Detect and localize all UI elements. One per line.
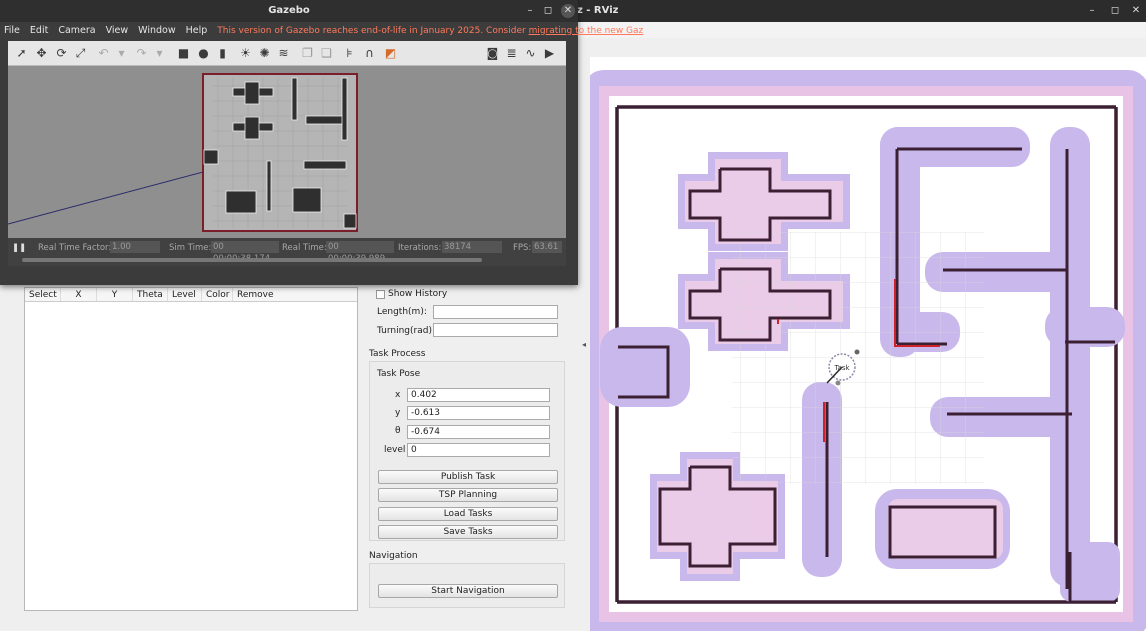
iterations-value: 38174 xyxy=(442,241,502,253)
snap-icon[interactable]: ◩ xyxy=(383,46,398,61)
real-time-value: 00 00:00:39.989 xyxy=(326,241,394,264)
show-history-label: Show History xyxy=(388,289,448,299)
video-icon[interactable]: ▶ xyxy=(542,46,557,61)
pose-theta-input[interactable]: -0.674 xyxy=(407,425,550,439)
save-tasks-button[interactable]: Save Tasks xyxy=(378,525,558,539)
pose-level-label: level xyxy=(384,445,406,455)
column-header-color[interactable]: Color xyxy=(202,288,233,301)
column-header-remove[interactable]: Remove xyxy=(233,288,279,301)
gazebo-close-icon[interactable]: ✕ xyxy=(561,4,575,18)
select-arrow-icon[interactable]: ➚ xyxy=(14,46,29,61)
undo-dropdown-icon[interactable]: ▾ xyxy=(114,46,129,61)
navigation-heading: Navigation xyxy=(369,551,418,561)
sun-icon[interactable]: ☀ xyxy=(238,46,253,61)
gazebo-maximize-icon[interactable]: ◻ xyxy=(541,4,555,18)
turning-input[interactable] xyxy=(433,323,558,337)
eol-notice: This version of Gazebo reaches end-of-li… xyxy=(217,26,643,36)
magnet-icon[interactable]: ∩ xyxy=(362,46,377,61)
length-label: Length(m): xyxy=(377,307,427,317)
occupancy-map[interactable]: Task xyxy=(590,57,1146,631)
iterations-label: Iterations: xyxy=(398,243,442,253)
pause-icon[interactable]: ❚❚ xyxy=(12,243,26,253)
minimize-icon[interactable]: – xyxy=(1085,4,1099,18)
task-process-heading: Task Process xyxy=(369,349,426,359)
gazebo-window: Gazebo – ◻ ✕ File Edit Camera View Windo… xyxy=(0,0,643,285)
rviz-menubar xyxy=(578,22,1146,38)
collapse-left-icon[interactable]: ◂ xyxy=(582,340,586,349)
gazebo-toolbar: ➚ ✥ ⟳ ⤢ ↶ ▾ ↷ ▾ ■ ● ▮ ☀ ✺ ≋ ❐ ❏ ⊧ ∩ ◩ ◙ … xyxy=(8,41,566,66)
tsp-planning-button[interactable]: TSP Planning xyxy=(378,488,558,502)
gazebo-title: Gazebo xyxy=(268,5,310,16)
pose-x-input[interactable]: 0.402 xyxy=(407,388,550,402)
task-marker-label: Task xyxy=(833,364,850,372)
redo-icon[interactable]: ↷ xyxy=(134,46,149,61)
close-icon[interactable]: ✕ xyxy=(1129,4,1143,18)
paste-icon[interactable]: ❏ xyxy=(319,46,334,61)
sim-time-label: Sim Time: xyxy=(169,243,212,253)
gazebo-statusbar: ❚❚ Real Time Factor: 1.00 Sim Time: 00 0… xyxy=(8,238,566,266)
fps-value: 63.61 xyxy=(532,241,562,253)
turning-label: Turning(rad): xyxy=(377,326,435,336)
rotate-icon[interactable]: ⟳ xyxy=(54,46,69,61)
cylinder-icon[interactable]: ▮ xyxy=(215,46,230,61)
table-header: Select X Y Theta Level Color Remove xyxy=(25,288,357,302)
length-input[interactable] xyxy=(433,305,558,319)
box-icon[interactable]: ■ xyxy=(176,46,191,61)
fps-label: FPS: xyxy=(513,243,532,253)
rtf-value: 1.00 xyxy=(110,241,160,253)
task-controls-panel: Show History Length(m): Turning(rad): Ta… xyxy=(369,285,565,631)
menu-help[interactable]: Help xyxy=(186,25,208,36)
sphere-icon[interactable]: ● xyxy=(196,46,211,61)
rtf-label: Real Time Factor: xyxy=(38,243,112,253)
sim-time-value: 00 00:00:38.174 xyxy=(211,241,279,264)
publish-task-button[interactable]: Publish Task xyxy=(378,470,558,484)
maximize-icon[interactable]: ◻ xyxy=(1108,4,1122,18)
plot-icon[interactable]: ∿ xyxy=(523,46,538,61)
pose-x-label: x xyxy=(395,390,401,400)
screenshot-icon[interactable]: ◙ xyxy=(485,46,500,61)
align-icon[interactable]: ⊧ xyxy=(342,46,357,61)
column-header-x[interactable]: X xyxy=(61,288,97,301)
task-process-group: Task Pose x 0.402 y -0.613 θ -0.674 leve… xyxy=(369,361,565,541)
real-time-label: Real Time: xyxy=(282,243,327,253)
gazebo-scrollbar[interactable] xyxy=(22,258,482,262)
menu-window[interactable]: Window xyxy=(138,25,175,36)
undo-icon[interactable]: ↶ xyxy=(96,46,111,61)
menu-camera[interactable]: Camera xyxy=(58,25,95,36)
copy-icon[interactable]: ❐ xyxy=(300,46,315,61)
menu-edit[interactable]: Edit xyxy=(30,25,48,36)
pointlight-icon[interactable]: ✺ xyxy=(257,46,272,61)
eol-notice-text: This version of Gazebo reaches end-of-li… xyxy=(217,25,529,36)
rviz-window-title: z - RViz xyxy=(577,5,619,16)
gazebo-3d-scene[interactable] xyxy=(8,66,566,238)
pose-y-input[interactable]: -0.613 xyxy=(407,406,550,420)
column-header-theta[interactable]: Theta xyxy=(133,288,168,301)
task-pose-heading: Task Pose xyxy=(377,369,421,379)
pose-theta-label: θ xyxy=(395,426,401,436)
scale-icon[interactable]: ⤢ xyxy=(73,46,88,61)
pose-level-input[interactable]: 0 xyxy=(407,443,550,457)
translate-icon[interactable]: ✥ xyxy=(34,46,49,61)
column-header-y[interactable]: Y xyxy=(97,288,133,301)
start-navigation-button[interactable]: Start Navigation xyxy=(378,584,558,598)
gazebo-world-render[interactable] xyxy=(8,66,566,238)
navigation-group: Start Navigation xyxy=(369,563,565,608)
pose-y-label: y xyxy=(395,408,401,418)
log-icon[interactable]: ≣ xyxy=(504,46,519,61)
redo-dropdown-icon[interactable]: ▾ xyxy=(152,46,167,61)
column-header-level[interactable]: Level xyxy=(168,288,202,301)
show-history-checkbox[interactable] xyxy=(376,290,385,299)
gazebo-menubar: File Edit Camera View Window Help This v… xyxy=(0,22,643,39)
column-header-select[interactable]: Select xyxy=(25,288,61,301)
load-tasks-button[interactable]: Load Tasks xyxy=(378,507,558,521)
tasks-table[interactable]: Select X Y Theta Level Color Remove xyxy=(24,287,358,611)
spotlight-icon[interactable]: ≋ xyxy=(276,46,291,61)
menu-file[interactable]: File xyxy=(4,25,20,36)
gazebo-minimize-icon[interactable]: – xyxy=(523,4,537,18)
gazebo-titlebar: Gazebo – ◻ ✕ xyxy=(0,0,578,22)
menu-view[interactable]: View xyxy=(106,25,129,36)
migration-link[interactable]: migrating to the new Gaz xyxy=(529,26,644,36)
rviz-map-view[interactable]: Task xyxy=(590,57,1146,631)
